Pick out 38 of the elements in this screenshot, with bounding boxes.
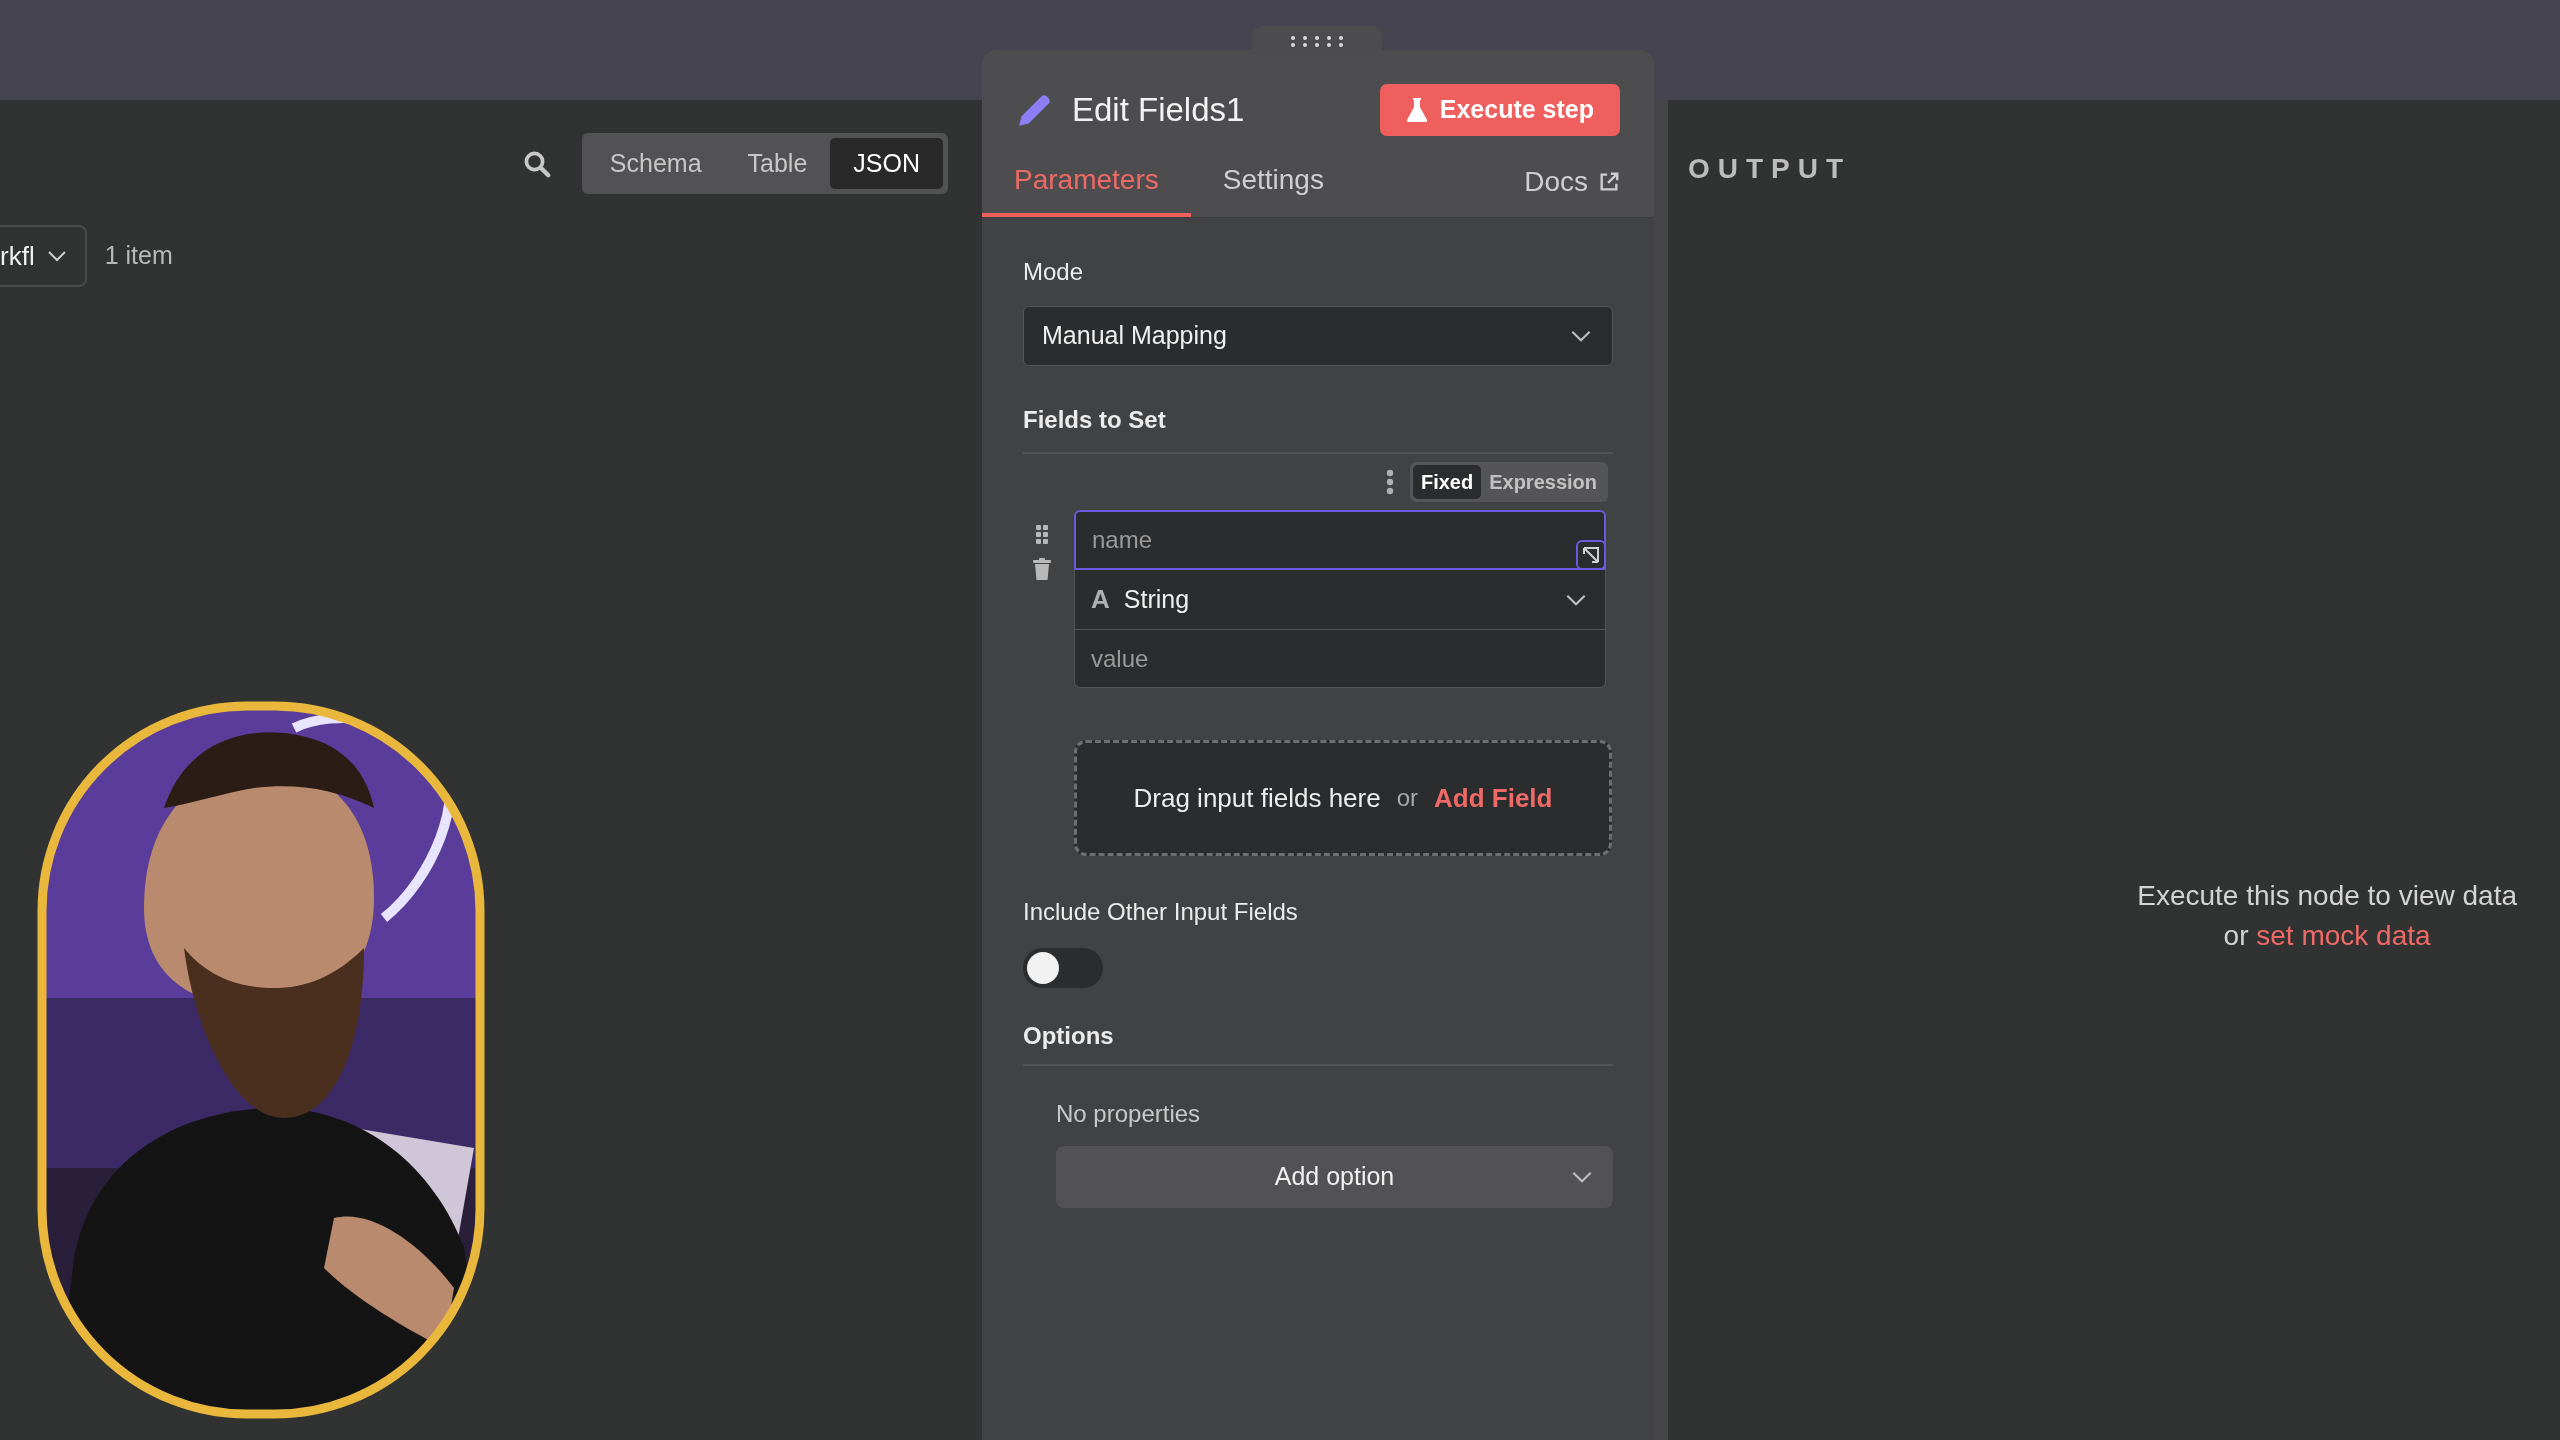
field-label: Include Other Input Fields — [1023, 897, 1299, 927]
flask-icon — [1405, 97, 1428, 123]
panel-title: Edit Fields1 — [1072, 90, 1245, 131]
add-field-link[interactable]: Add Field — [1434, 778, 1553, 818]
item-count: 1 item — [104, 240, 173, 272]
name-field[interactable]: name — [1074, 510, 1606, 570]
panel-tab[interactable]: Settings — [1190, 159, 1356, 217]
value-mode-tab[interactable]: Fixed — [1412, 465, 1482, 499]
type-value: String — [1123, 583, 1190, 615]
execute-step-button[interactable]: Execute step — [1379, 84, 1620, 136]
view-tab[interactable]: JSON — [830, 138, 943, 189]
section-label: Fields to Set — [1023, 405, 1167, 435]
more-options-icon[interactable] — [1385, 469, 1394, 495]
drop-zone-hint: Drag input fields here — [1133, 781, 1381, 815]
value-field[interactable]: value — [1074, 630, 1606, 688]
toggle-switch[interactable] — [1023, 948, 1103, 988]
panel-tab[interactable]: Parameters — [982, 159, 1191, 217]
set-mock-data-link[interactable]: set mock data — [2256, 920, 2431, 951]
drag-grip-icon[interactable] — [1034, 524, 1049, 544]
type-dropdown[interactable]: A String — [1074, 570, 1606, 630]
expand-icon[interactable] — [1576, 540, 1606, 570]
empty-output-message: Execute this node to view data or set mock data — [2137, 879, 2517, 953]
trash-icon[interactable] — [1032, 558, 1051, 580]
output-heading: OUTPUT — [1688, 152, 1852, 186]
node-dropdown[interactable]: rkfl — [0, 225, 87, 287]
add-option-dropdown[interactable]: Add option — [1056, 1146, 1613, 1208]
external-link-icon — [1598, 171, 1620, 193]
type-icon: A — [1091, 580, 1110, 619]
empty-options-text: No properties — [1056, 1099, 1202, 1129]
section-label: Options — [1023, 1021, 1115, 1051]
docs-link[interactable]: Docs — [1524, 161, 1620, 203]
field-label: Mode — [1023, 257, 1085, 287]
or-text: or — [1396, 783, 1418, 813]
view-tab[interactable]: Schema — [586, 138, 725, 189]
drag-handle-icon[interactable] — [1289, 35, 1345, 47]
mode-dropdown[interactable]: Manual Mapping — [1023, 306, 1613, 366]
view-tab[interactable]: Table — [724, 138, 831, 189]
value-mode-tab[interactable]: Expression — [1481, 465, 1605, 499]
